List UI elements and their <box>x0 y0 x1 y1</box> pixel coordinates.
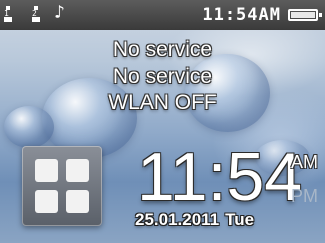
clock-date: 25.01.2011 <box>135 210 220 229</box>
status-bar: 1 2 ♪ 11:54AM <box>0 0 325 30</box>
network-status-sim1: No service <box>112 38 213 61</box>
wlan-status: WLAN OFF <box>108 91 217 114</box>
music-note-icon: ♪ <box>54 2 65 23</box>
main-menu-grid-icon <box>35 159 89 213</box>
am-indicator: AM <box>291 152 318 172</box>
clock-date-line: 25.01.2011 Tue <box>135 210 254 230</box>
network-status-sim2: No service <box>112 65 213 88</box>
battery-icon <box>288 9 322 21</box>
sim1-signal-icon: 1 <box>4 6 12 22</box>
main-menu-button[interactable] <box>22 146 102 226</box>
home-screen: 1 2 ♪ 11:54AM No service No service WLAN… <box>0 0 325 243</box>
clock-day: Tue <box>225 210 255 229</box>
clock-time: 11:54 <box>137 139 303 215</box>
pm-indicator: PM <box>291 186 318 206</box>
status-time: 11:54AM <box>202 5 281 25</box>
sim2-signal-icon: 2 <box>32 6 40 22</box>
